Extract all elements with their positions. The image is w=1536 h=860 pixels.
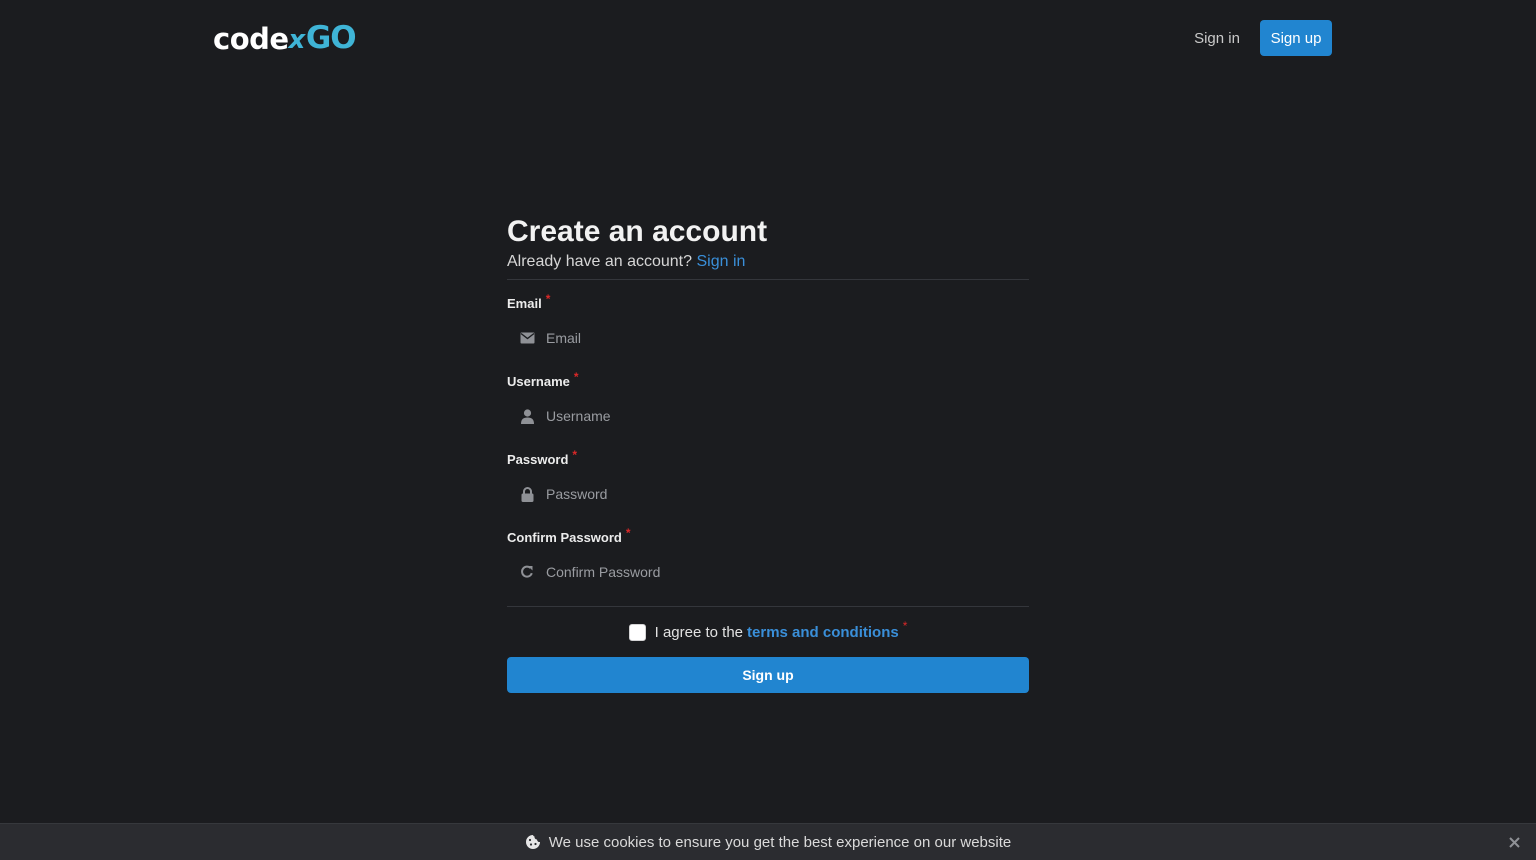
terms-link[interactable]: terms and conditions xyxy=(747,624,899,641)
signup-form: Create an account Already have an accoun… xyxy=(507,214,1029,693)
nav-signup-button[interactable]: Sign up xyxy=(1260,20,1332,56)
confirm-password-field-group: Confirm Password * xyxy=(507,526,1029,591)
lock-icon xyxy=(519,486,535,502)
required-marker: * xyxy=(545,292,551,306)
close-icon[interactable] xyxy=(1508,836,1520,848)
nav-signin-link[interactable]: Sign in xyxy=(1186,20,1248,56)
logo-text-go: GO xyxy=(305,20,357,56)
envelope-icon xyxy=(519,330,535,346)
required-marker: * xyxy=(572,448,578,462)
user-icon xyxy=(519,408,535,424)
password-input[interactable] xyxy=(507,475,1029,513)
password-field-group: Password * xyxy=(507,448,1029,513)
terms-agreement: I agree to the terms and conditions * xyxy=(507,619,1029,642)
page: code x GO Sign in Sign up Create an acco… xyxy=(0,0,1536,860)
email-field-group: Email * xyxy=(507,292,1029,357)
email-label: Email * xyxy=(507,292,550,312)
divider xyxy=(507,606,1029,607)
cookie-text: We use cookies to ensure you get the bes… xyxy=(548,833,1012,851)
cookie-icon xyxy=(525,834,541,850)
username-label: Username * xyxy=(507,370,579,390)
username-input[interactable] xyxy=(507,397,1029,435)
terms-text: I agree to the xyxy=(654,623,744,641)
logo-text-code: code xyxy=(213,22,289,56)
cookie-banner: We use cookies to ensure you get the bes… xyxy=(0,823,1536,860)
email-label-text: Email xyxy=(507,296,542,311)
codexgo-logo[interactable]: code x GO xyxy=(213,20,357,56)
password-label: Password * xyxy=(507,448,577,468)
confirm-password-input[interactable] xyxy=(507,553,1029,591)
header: code x GO Sign in Sign up xyxy=(0,0,1536,76)
email-input[interactable] xyxy=(507,319,1029,357)
signin-link[interactable]: Sign in xyxy=(696,253,745,270)
password-input-wrapper xyxy=(507,475,1029,513)
password-label-text: Password xyxy=(507,452,569,467)
logo-text-x: x xyxy=(288,25,306,55)
signin-prompt: Already have an account? Sign in xyxy=(507,251,1029,273)
username-label-text: Username xyxy=(507,374,570,389)
username-input-wrapper xyxy=(507,397,1029,435)
username-field-group: Username * xyxy=(507,370,1029,435)
signin-prompt-text: Already have an account? xyxy=(507,253,693,270)
refresh-icon xyxy=(519,564,535,580)
signup-submit-button[interactable]: Sign up xyxy=(507,657,1029,693)
confirm-password-label: Confirm Password * xyxy=(507,526,631,546)
required-marker: * xyxy=(902,619,908,633)
required-marker: * xyxy=(573,370,579,384)
confirm-password-input-wrapper xyxy=(507,553,1029,591)
required-marker: * xyxy=(625,526,631,540)
email-input-wrapper xyxy=(507,319,1029,357)
confirm-password-label-text: Confirm Password xyxy=(507,530,622,545)
page-title: Create an account xyxy=(507,215,768,248)
terms-checkbox[interactable] xyxy=(628,623,646,641)
divider xyxy=(507,279,1029,280)
